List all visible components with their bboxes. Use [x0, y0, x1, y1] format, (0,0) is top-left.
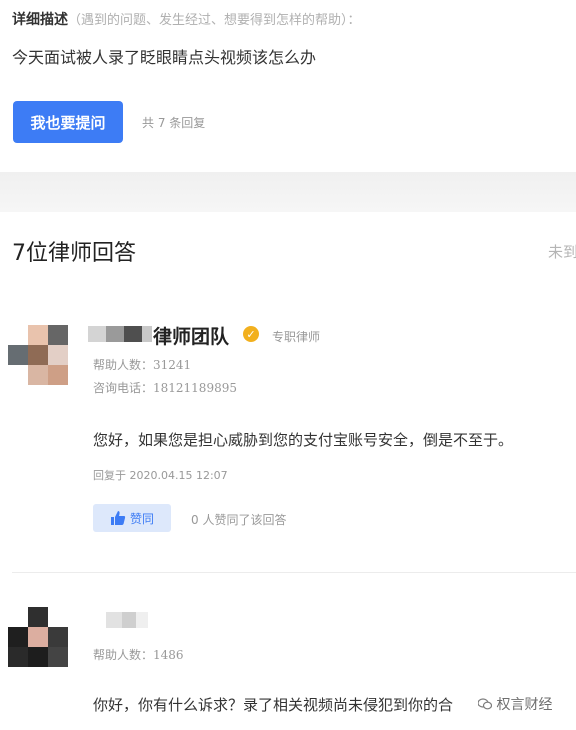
lawyer-avatar[interactable] [8, 325, 68, 385]
section-separator [0, 172, 576, 212]
like-button[interactable]: 赞同 [93, 504, 171, 532]
watermark: 权言财经 [477, 694, 553, 714]
lawyer-avatar[interactable] [8, 607, 68, 667]
answer-divider [12, 572, 576, 573]
detail-hint: （遇到的问题、发生经过、想要得到怎样的帮助）： [68, 13, 361, 28]
reply-count: 共 7 条回复 [142, 116, 206, 130]
helped-count: 帮助人数：1486 [93, 648, 184, 662]
thumbs-up-icon [110, 510, 126, 526]
lawyer-tag: 专职律师 [272, 330, 321, 344]
lawyer-name-redacted [88, 326, 152, 342]
lawyer-name-redacted [106, 612, 148, 628]
answer-text: 您好，如果您是担心威胁到您的支付宝账号安全，倒是不至于。 [93, 431, 514, 449]
answers-filter-label[interactable]: 未到 [548, 241, 576, 262]
like-label: 赞同 [129, 511, 154, 526]
reply-time: 回复于 2020.04.15 12:07 [93, 469, 228, 482]
answer-text: 你好，你有什么诉求？录了相关视频尚未侵犯到你的合 [93, 696, 454, 714]
question-text: 今天面试被人录了眨眼睛点头视频该怎么办 [12, 48, 317, 67]
lawyer-name[interactable]: 律师团队 [153, 322, 229, 349]
wechat-icon [477, 697, 496, 713]
consult-phone: 咨询电话：18121189895 [93, 381, 237, 395]
detail-label: 详细描述 [12, 12, 68, 28]
answers-title: 7位律师回答 [12, 241, 136, 266]
watermark-text: 权言财经 [496, 697, 553, 713]
helped-count: 帮助人数：31241 [93, 358, 192, 372]
verified-check-icon: ✓ [243, 326, 259, 342]
ask-question-button[interactable]: 我也要提问 [13, 101, 123, 143]
like-count: 0 人赞同了该回答 [191, 513, 287, 527]
detail-description-line: 详细描述（遇到的问题、发生经过、想要得到怎样的帮助）： [12, 9, 361, 29]
